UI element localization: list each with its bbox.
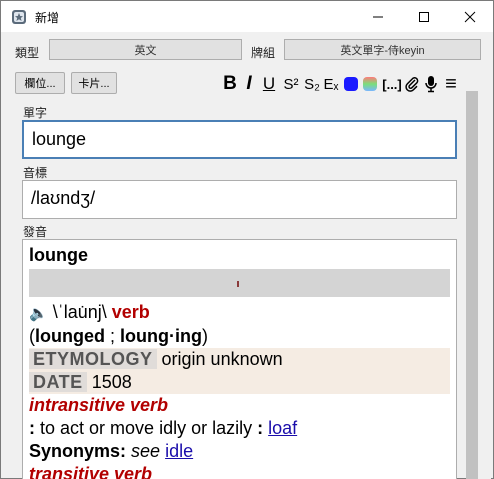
inflection-present-participle: loung·ing: [120, 326, 202, 346]
subscript-icon[interactable]: S₂: [301, 71, 323, 97]
minimize-button[interactable]: [355, 1, 401, 32]
maximize-button[interactable]: [401, 1, 447, 32]
etymology-row: ETYMOLOGY origin unknown: [29, 348, 450, 371]
date-row: DATE 1508: [29, 371, 450, 394]
word-field-value: lounge: [32, 129, 87, 149]
synonym-link-idle[interactable]: idle: [165, 441, 193, 461]
ipa-field-value: /laʊndʒ/: [31, 188, 96, 208]
definition-line: : to act or move idly or lazily : loaf: [29, 417, 453, 440]
audio-player-bar[interactable]: [29, 269, 450, 297]
pronunciation-line: 🔈 \ˈlau̇nj\ verb: [29, 301, 453, 325]
vertical-scrollbar-track[interactable]: [477, 73, 491, 479]
title-bar: 新增: [1, 1, 493, 32]
fields-button[interactable]: 欄位...: [15, 72, 65, 94]
highlight-icon[interactable]: [361, 71, 379, 97]
minimize-icon: [373, 16, 383, 17]
note-type-selector[interactable]: 英文: [49, 39, 242, 60]
type-label: 類型: [15, 46, 40, 60]
underline-icon[interactable]: U: [260, 71, 278, 97]
dictionary-headword: lounge: [29, 245, 88, 265]
inflection-past: lounged: [35, 326, 105, 346]
etymology-text: origin unknown: [161, 349, 283, 369]
inflection-separator: ;: [105, 326, 121, 346]
inflections-line: (lounged ; loung·ing): [29, 325, 453, 348]
more-icon[interactable]: ≡: [441, 71, 461, 97]
close-icon: [464, 11, 476, 22]
synonyms-see: see: [131, 441, 161, 461]
definition-colon-2: :: [257, 418, 264, 438]
attach-icon[interactable]: [403, 71, 421, 97]
audio-player-marker: [237, 281, 239, 287]
record-icon[interactable]: [422, 71, 440, 97]
clear-format-icon[interactable]: Eₓ: [321, 71, 341, 97]
cards-button[interactable]: 卡片...: [71, 72, 117, 94]
definition-link-loaf[interactable]: loaf: [268, 418, 297, 438]
date-text: 1508: [91, 372, 132, 392]
date-tag: DATE: [29, 372, 87, 392]
speaker-icon[interactable]: 🔈: [29, 305, 48, 322]
synonyms-label: Synonyms:: [29, 441, 127, 461]
window-title: 新增: [35, 11, 60, 25]
sense-intransitive-label: intransitive verb: [29, 395, 169, 415]
deck-label: 牌組: [251, 46, 276, 60]
pronunciation-content: lounge 🔈 \ˈlau̇nj\ verb (lounged ; loung…: [29, 244, 453, 479]
sense-transitive-label: transitive verb: [29, 464, 153, 479]
inflection-close-paren: ): [201, 326, 208, 346]
definition-colon: :: [29, 418, 35, 438]
cloze-icon[interactable]: [...]: [381, 71, 403, 97]
part-of-speech: verb: [111, 302, 150, 322]
definition-text: to act or move idly or lazily: [40, 418, 253, 438]
synonyms-line: Synonyms: see idle: [29, 440, 453, 463]
maximize-icon: [419, 11, 429, 22]
add-note-window: 新增 類型 英文 牌組 英文單字-侍keyin 欄位... 卡片... B I …: [0, 0, 494, 479]
pronunciation-field[interactable]: lounge 🔈 \ˈlau̇nj\ verb (lounged ; loung…: [22, 239, 457, 479]
italic-icon[interactable]: I: [242, 71, 256, 97]
close-button[interactable]: [447, 1, 493, 32]
anki-app-icon: [11, 9, 27, 25]
text-color-icon[interactable]: [342, 71, 360, 97]
ipa-field-label: 音標: [23, 166, 48, 180]
bold-icon[interactable]: B: [221, 71, 239, 97]
word-field-label: 單字: [23, 106, 48, 120]
etymology-tag: ETYMOLOGY: [29, 349, 157, 369]
pronunciation-field-label: 發音: [23, 225, 48, 239]
deck-selector[interactable]: 英文單字-侍keyin: [284, 39, 481, 60]
phonetic-spelling: \ˈlau̇nj\: [52, 302, 107, 322]
editor-fields: 單字 lounge 音標 /laʊndʒ/ 發音 lounge 🔈 \ˈlau̇…: [19, 101, 473, 479]
superscript-icon[interactable]: S²: [280, 71, 302, 97]
ipa-field[interactable]: /laʊndʒ/: [22, 180, 457, 219]
word-field[interactable]: lounge: [22, 120, 457, 159]
